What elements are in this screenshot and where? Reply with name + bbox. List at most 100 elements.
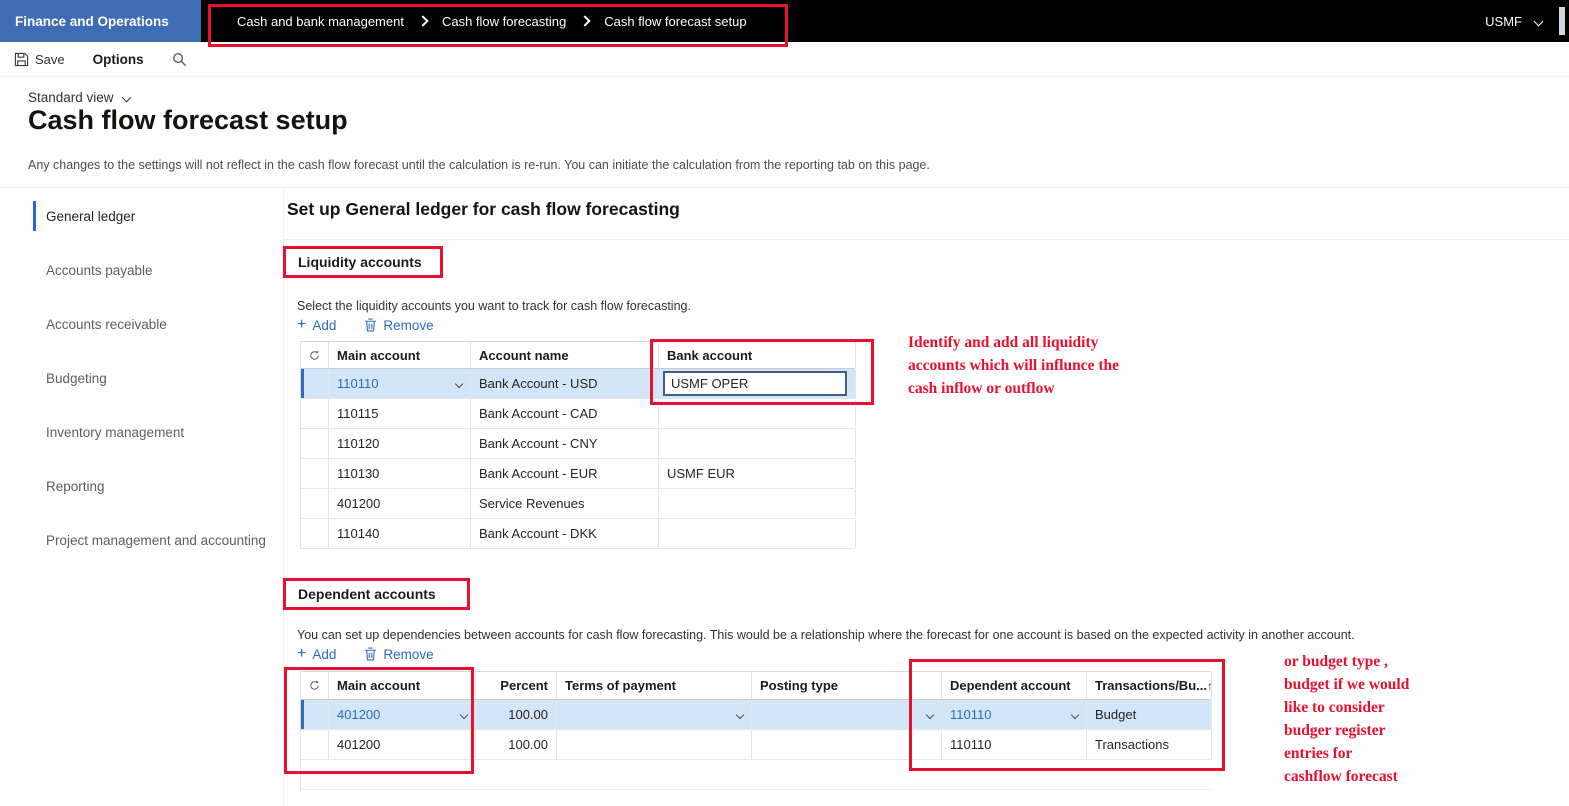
account-name-cell: Service Revenues [471, 489, 659, 518]
row-selector-cell[interactable] [301, 459, 329, 488]
app-name[interactable]: Finance and Operations [0, 0, 201, 42]
refresh-icon[interactable] [301, 342, 329, 368]
dependent-account-cell[interactable]: 110110 [942, 730, 1087, 759]
bank-account-cell[interactable] [659, 369, 856, 398]
column-header-bank-account[interactable]: Bank account [659, 342, 856, 368]
add-button[interactable]: + Add [297, 317, 336, 333]
terms-of-payment-cell[interactable] [557, 700, 752, 729]
sidebar-item-general-ledger[interactable]: General ledger [0, 188, 283, 242]
column-header-main-account[interactable]: Main account [329, 342, 471, 368]
page-title: Cash flow forecast setup [28, 105, 348, 135]
column-header-main-account[interactable]: Main account [329, 672, 476, 699]
breadcrumb-item-cash-flow-forecast-setup[interactable]: Cash flow forecast setup [604, 14, 746, 29]
top-navigation-bar: Finance and Operations Cash and bank man… [0, 0, 1569, 42]
breadcrumb: Cash and bank management Cash flow forec… [237, 14, 747, 29]
bank-account-cell[interactable] [659, 399, 856, 428]
view-selector[interactable]: Standard view [28, 90, 132, 105]
company-label: USMF [1485, 13, 1522, 29]
sidebar-item-reporting[interactable]: Reporting [0, 458, 283, 512]
refresh-icon[interactable] [301, 672, 329, 699]
annotation-note-liquidity: Identify and add all liquidity accounts … [908, 331, 1119, 400]
remove-button[interactable]: Remove [364, 646, 434, 662]
chevron-down-icon [459, 710, 469, 719]
account-name-cell: Bank Account - USD [471, 369, 659, 398]
main-account-cell[interactable]: 401200 [329, 489, 471, 518]
table-row[interactable]: 401200 100.00 110110 Transactions [301, 730, 1212, 760]
transactions-budget-cell[interactable]: Budget [1087, 700, 1212, 729]
sidebar-item-budgeting[interactable]: Budgeting [0, 350, 283, 404]
save-label: Save [35, 51, 65, 67]
annotation-line: budger register [1284, 722, 1386, 739]
row-selector-cell[interactable] [301, 399, 329, 428]
column-header-terms-of-payment[interactable]: Terms of payment [557, 672, 752, 699]
column-header-dependent-account[interactable]: Dependent account [942, 672, 1087, 699]
trash-icon [364, 647, 377, 661]
save-button[interactable]: Save [14, 52, 65, 67]
posting-type-cell[interactable] [752, 700, 942, 729]
bank-account-cell[interactable]: USMF EUR [659, 459, 856, 488]
column-header-account-name[interactable]: Account name [471, 342, 659, 368]
breadcrumb-item-cash-flow-forecasting[interactable]: Cash flow forecasting [442, 14, 566, 29]
company-picker[interactable]: USMF [1485, 7, 1569, 35]
dependent-account-cell[interactable]: 110110 [942, 700, 1087, 729]
dependent-accounts-table: Main account Percent Terms of payment Po… [300, 671, 1212, 790]
row-selector-cell[interactable] [301, 700, 329, 729]
liquidity-accounts-table: Main account Account name Bank account 1… [300, 341, 856, 549]
remove-label: Remove [383, 646, 434, 662]
bank-account-cell[interactable] [659, 489, 856, 518]
percent-cell[interactable]: 100.00 [476, 700, 557, 729]
table-row[interactable]: 110130 Bank Account - EUR USMF EUR [301, 459, 856, 489]
bank-account-cell[interactable] [659, 519, 856, 548]
row-selector-cell[interactable] [301, 519, 329, 548]
table-row[interactable]: 110115 Bank Account - CAD [301, 399, 856, 429]
row-selector-cell[interactable] [301, 429, 329, 458]
main-account-value: 110110 [337, 376, 379, 391]
transactions-budget-cell[interactable]: Transactions [1087, 730, 1212, 759]
section-title-label: Dependent accounts [298, 586, 436, 602]
annotation-line: cashflow forecast [1284, 768, 1398, 785]
row-selector-cell[interactable] [301, 730, 329, 759]
posting-type-cell[interactable] [752, 730, 942, 759]
liquidity-description: Select the liquidity accounts you want t… [297, 299, 691, 313]
row-selector-cell[interactable] [301, 369, 329, 398]
main-account-cell[interactable]: 110130 [329, 459, 471, 488]
annotation-line: accounts which will influnce the [908, 357, 1119, 374]
account-name-cell: Bank Account - DKK [471, 519, 659, 548]
sidebar-item-inventory-management[interactable]: Inventory management [0, 404, 283, 458]
table-row[interactable]: 110120 Bank Account - CNY [301, 429, 856, 459]
sidebar-item-accounts-receivable[interactable]: Accounts receivable [0, 296, 283, 350]
save-icon [14, 52, 29, 67]
table-row[interactable]: 401200 100.00 110110 Budget [301, 700, 1212, 730]
main-account-cell[interactable]: 110115 [329, 399, 471, 428]
breadcrumb-item-cash-and-bank[interactable]: Cash and bank management [237, 14, 404, 29]
search-icon[interactable] [172, 52, 187, 67]
table-row[interactable]: 110110 Bank Account - USD [301, 369, 856, 399]
options-menu[interactable]: Options [93, 52, 144, 67]
bank-account-input[interactable] [663, 371, 847, 396]
sidebar-item-accounts-payable[interactable]: Accounts payable [0, 242, 283, 296]
main-account-cell[interactable]: 401200 [329, 700, 476, 729]
main-account-cell[interactable]: 110140 [329, 519, 471, 548]
row-selector-cell[interactable] [301, 489, 329, 518]
section-nav: General ledger Accounts payable Accounts… [0, 188, 283, 566]
empty-table-row[interactable] [301, 760, 1211, 790]
bank-account-cell[interactable] [659, 429, 856, 458]
sidebar-item-project-management[interactable]: Project management and accounting [0, 512, 283, 566]
table-row[interactable]: 401200 Service Revenues [301, 489, 856, 519]
add-button[interactable]: + Add [297, 646, 336, 662]
chevron-right-icon [579, 15, 591, 27]
main-account-cell[interactable]: 110120 [329, 429, 471, 458]
chevron-down-icon [1070, 710, 1080, 719]
column-header-posting-type[interactable]: Posting type [752, 672, 942, 699]
remove-button[interactable]: Remove [364, 318, 434, 333]
main-account-cell[interactable]: 401200 [329, 730, 476, 759]
column-header-percent[interactable]: Percent [476, 672, 557, 699]
percent-cell[interactable]: 100.00 [476, 730, 557, 759]
add-label: Add [312, 317, 337, 333]
add-label: Add [312, 646, 337, 662]
column-header-transactions-budget[interactable]: Transactions/Bu... ↑ [1087, 672, 1212, 699]
account-name-cell: Bank Account - EUR [471, 459, 659, 488]
terms-of-payment-cell[interactable] [557, 730, 752, 759]
main-account-cell[interactable]: 110110 [329, 369, 471, 398]
table-row[interactable]: 110140 Bank Account - DKK [301, 519, 856, 549]
